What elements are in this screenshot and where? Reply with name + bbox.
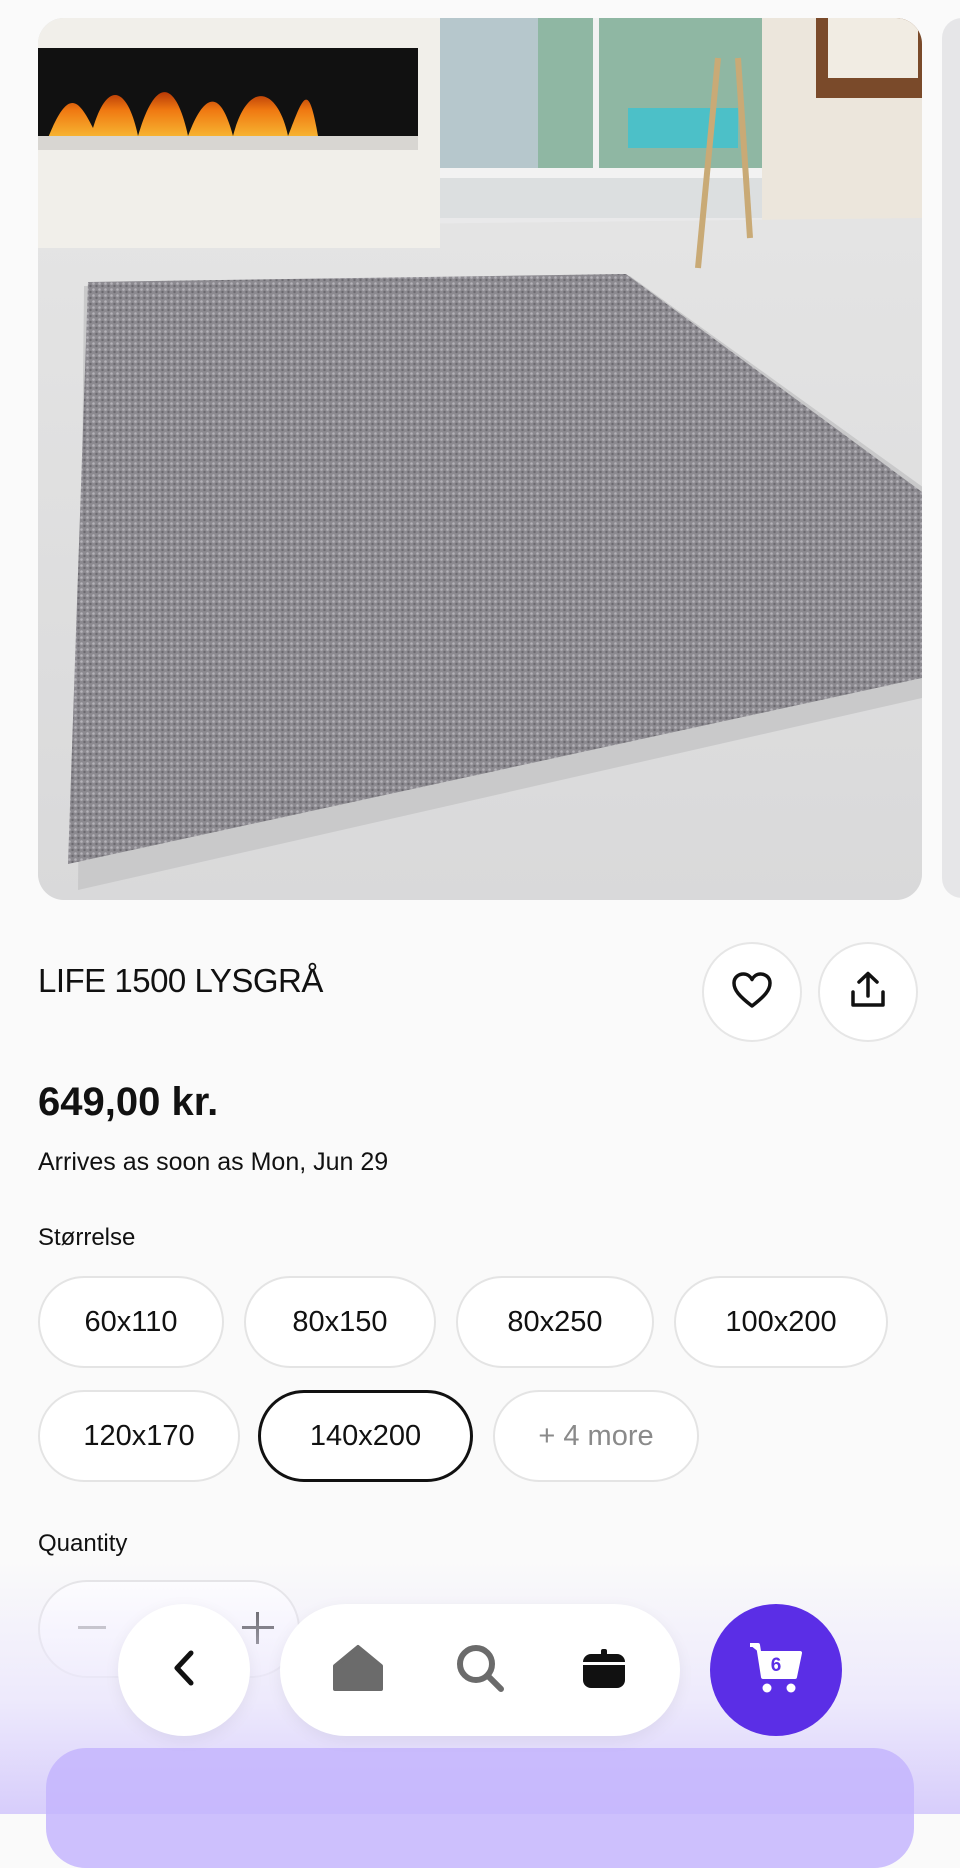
chevron-left-icon [169,1648,199,1693]
more-sizes-button[interactable]: + 4 more [493,1390,699,1482]
product-image[interactable] [38,18,922,900]
search-button[interactable] [452,1642,508,1698]
size-option[interactable]: 80x150 [244,1276,436,1368]
search-icon [454,1642,506,1699]
home-icon [332,1644,384,1697]
bag-icon [580,1646,628,1695]
back-button[interactable] [118,1604,250,1736]
product-price: 649,00 kr. [38,1080,219,1124]
product-photo [38,18,922,900]
add-to-cart-bar[interactable] [46,1748,914,1868]
size-option[interactable]: 120x170 [38,1390,240,1482]
size-option-selected[interactable]: 140x200 [258,1390,473,1482]
share-icon [848,970,888,1015]
size-option[interactable]: 80x250 [456,1276,654,1368]
size-label: Størrelse [38,1224,136,1251]
cart-button[interactable]: 6 [710,1604,842,1736]
quantity-label: Quantity [38,1530,128,1557]
arrival-date: Arrives as soon as Mon, Jun 29 [38,1148,389,1176]
bottom-nav [280,1604,680,1736]
heart-icon [731,971,773,1014]
size-option[interactable]: 100x200 [674,1276,888,1368]
product-title: LIFE 1500 LYSGRÅ [38,962,323,999]
orders-button[interactable] [576,1642,632,1698]
size-option[interactable]: 60x110 [38,1276,224,1368]
home-button[interactable] [330,1642,386,1698]
next-image-peek[interactable] [942,18,960,898]
share-button[interactable] [818,942,918,1042]
cart-count-badge: 6 [770,1655,782,1676]
favorite-button[interactable] [702,942,802,1042]
